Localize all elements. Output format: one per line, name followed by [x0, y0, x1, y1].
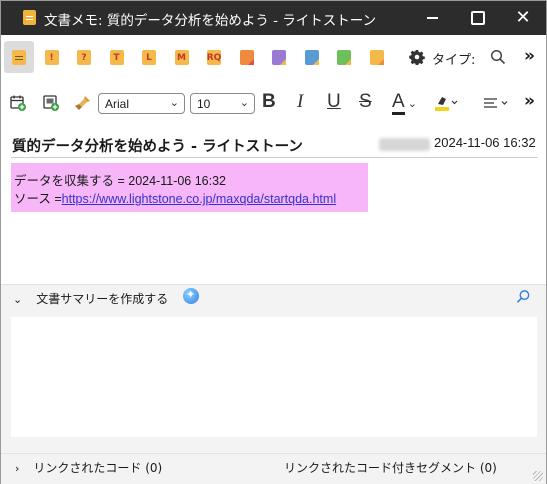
memo-line-source: ソース =https://www.lightstone.co.jp/maxqda…	[14, 188, 336, 207]
memo-corner-icon	[312, 59, 319, 65]
memo-type-icon-9[interactable]	[272, 50, 286, 65]
close-button[interactable]: ✕	[500, 1, 546, 35]
linked-codes-label: リンクされたコード (0)	[33, 461, 163, 475]
memo-type-icon-10[interactable]	[304, 50, 319, 65]
summary-search-button[interactable]	[516, 289, 531, 308]
paintbrush-icon	[75, 96, 90, 110]
align-left-icon	[484, 98, 508, 108]
more-chevron-icon[interactable]: »	[524, 91, 535, 111]
highlight-color-button[interactable]	[431, 92, 461, 114]
author-name-redacted	[379, 138, 430, 151]
font-color-icon: A	[392, 91, 405, 115]
linked-codes-toggle[interactable]: › リンクされたコード (0)	[15, 459, 162, 476]
close-icon: ✕	[515, 7, 531, 28]
memo-type-icon-11[interactable]	[337, 50, 351, 65]
memo-type-icon-7[interactable]: RQ	[207, 50, 221, 65]
memo-text-area[interactable]: データを収集する = 2024-11-06 16:32 ソース =https:/…	[11, 163, 368, 212]
search-icon	[516, 290, 530, 303]
document-title: 質的データ分析を始めよう - ライトストーン	[12, 139, 303, 155]
document-date: 2024-11-06 16:32	[434, 135, 536, 150]
italic-button[interactable]: I	[297, 91, 303, 113]
insert-date-button[interactable]	[7, 92, 29, 114]
search-button[interactable]	[490, 49, 506, 69]
font-color-button[interactable]: A ⌄	[392, 91, 417, 115]
align-button[interactable]	[481, 92, 511, 114]
title-divider	[11, 157, 538, 158]
source-link[interactable]: https://www.lightstone.co.jp/maxqda/star…	[62, 192, 336, 206]
chevron-right-icon: ›	[15, 462, 20, 475]
maximize-button[interactable]	[455, 1, 501, 35]
ai-assist-icon[interactable]	[183, 288, 199, 304]
chevron-down-icon: ⌄	[404, 98, 417, 110]
memo-type-icon-12[interactable]	[369, 50, 384, 65]
memo-type-toolbar: !? T L M RQ タイプ: »	[1, 39, 546, 77]
search-icon	[490, 49, 506, 65]
minimize-button[interactable]	[409, 1, 455, 35]
maximize-icon	[471, 11, 485, 25]
font-family-select[interactable]: Arial ⌄	[98, 93, 185, 114]
calendar-add-icon	[10, 95, 26, 111]
resize-grip-icon[interactable]	[533, 471, 543, 481]
memo-type-icon-1[interactable]	[12, 50, 26, 65]
memo-type-icon-6[interactable]: M	[174, 50, 189, 65]
chevron-down-icon: ⌄	[169, 97, 179, 109]
memo-type-icon-8[interactable]	[239, 50, 254, 65]
chevron-down-icon: ⌄	[13, 293, 23, 306]
image-add-icon	[43, 95, 59, 111]
format-painter-button[interactable]	[72, 92, 94, 114]
insert-image-button[interactable]	[40, 92, 62, 114]
memo-type-icon-5[interactable]: L	[142, 50, 156, 65]
summary-header[interactable]: ⌄ 文書サマリーを作成する	[13, 290, 168, 307]
source-label: ソース =	[14, 192, 62, 206]
title-bar: 文書メモ: 質的データ分析を始めよう - ライトストーン ✕	[1, 1, 546, 35]
memo-corner-icon	[377, 59, 384, 65]
font-size-select[interactable]: 10 ⌄	[190, 93, 255, 114]
highlighter-icon	[435, 97, 458, 111]
font-size-value: 10	[197, 96, 211, 111]
summary-header-label: 文書サマリーを作成する	[36, 292, 169, 306]
summary-text-field[interactable]	[11, 317, 537, 437]
summary-panel: ⌄ 文書サマリーを作成する	[1, 284, 546, 453]
gear-icon	[409, 50, 425, 66]
memo-type-icon-3[interactable]: ?	[77, 50, 91, 65]
memo-window: 文書メモ: 質的データ分析を始めよう - ライトストーン ✕ !? T L M RQ タ…	[0, 0, 547, 484]
chevron-down-icon: ⌄	[239, 97, 249, 109]
memo-line-collected: データを収集する = 2024-11-06 16:32	[14, 174, 227, 188]
strikethrough-button[interactable]: S	[359, 91, 372, 113]
footer-bar: › リンクされたコード (0) リンクされたコード付きセグメント (0)	[1, 453, 546, 484]
format-toolbar: Arial ⌄ 10 ⌄ B I U S A ⌄ »	[1, 85, 546, 121]
type-settings-button[interactable]	[409, 49, 425, 69]
underline-button[interactable]: U	[327, 91, 341, 113]
memo-type-icon-4[interactable]: T	[109, 50, 124, 65]
more-chevron-icon[interactable]: »	[524, 46, 535, 66]
type-label: タイプ:	[432, 53, 476, 68]
linked-segments-label[interactable]: リンクされたコード付きセグメント (0)	[284, 459, 497, 476]
bold-button[interactable]: B	[262, 91, 276, 113]
memo-corner-icon	[280, 59, 286, 65]
minimize-icon	[426, 17, 438, 19]
window-title: 文書メモ: 質的データ分析を始めよう - ライトストーン	[44, 13, 377, 29]
font-family-value: Arial	[105, 96, 130, 111]
memo-corner-icon	[345, 59, 351, 65]
memo-type-icon-2[interactable]: !	[44, 50, 59, 65]
memo-app-icon	[23, 10, 36, 25]
memo-corner-icon	[247, 59, 254, 65]
